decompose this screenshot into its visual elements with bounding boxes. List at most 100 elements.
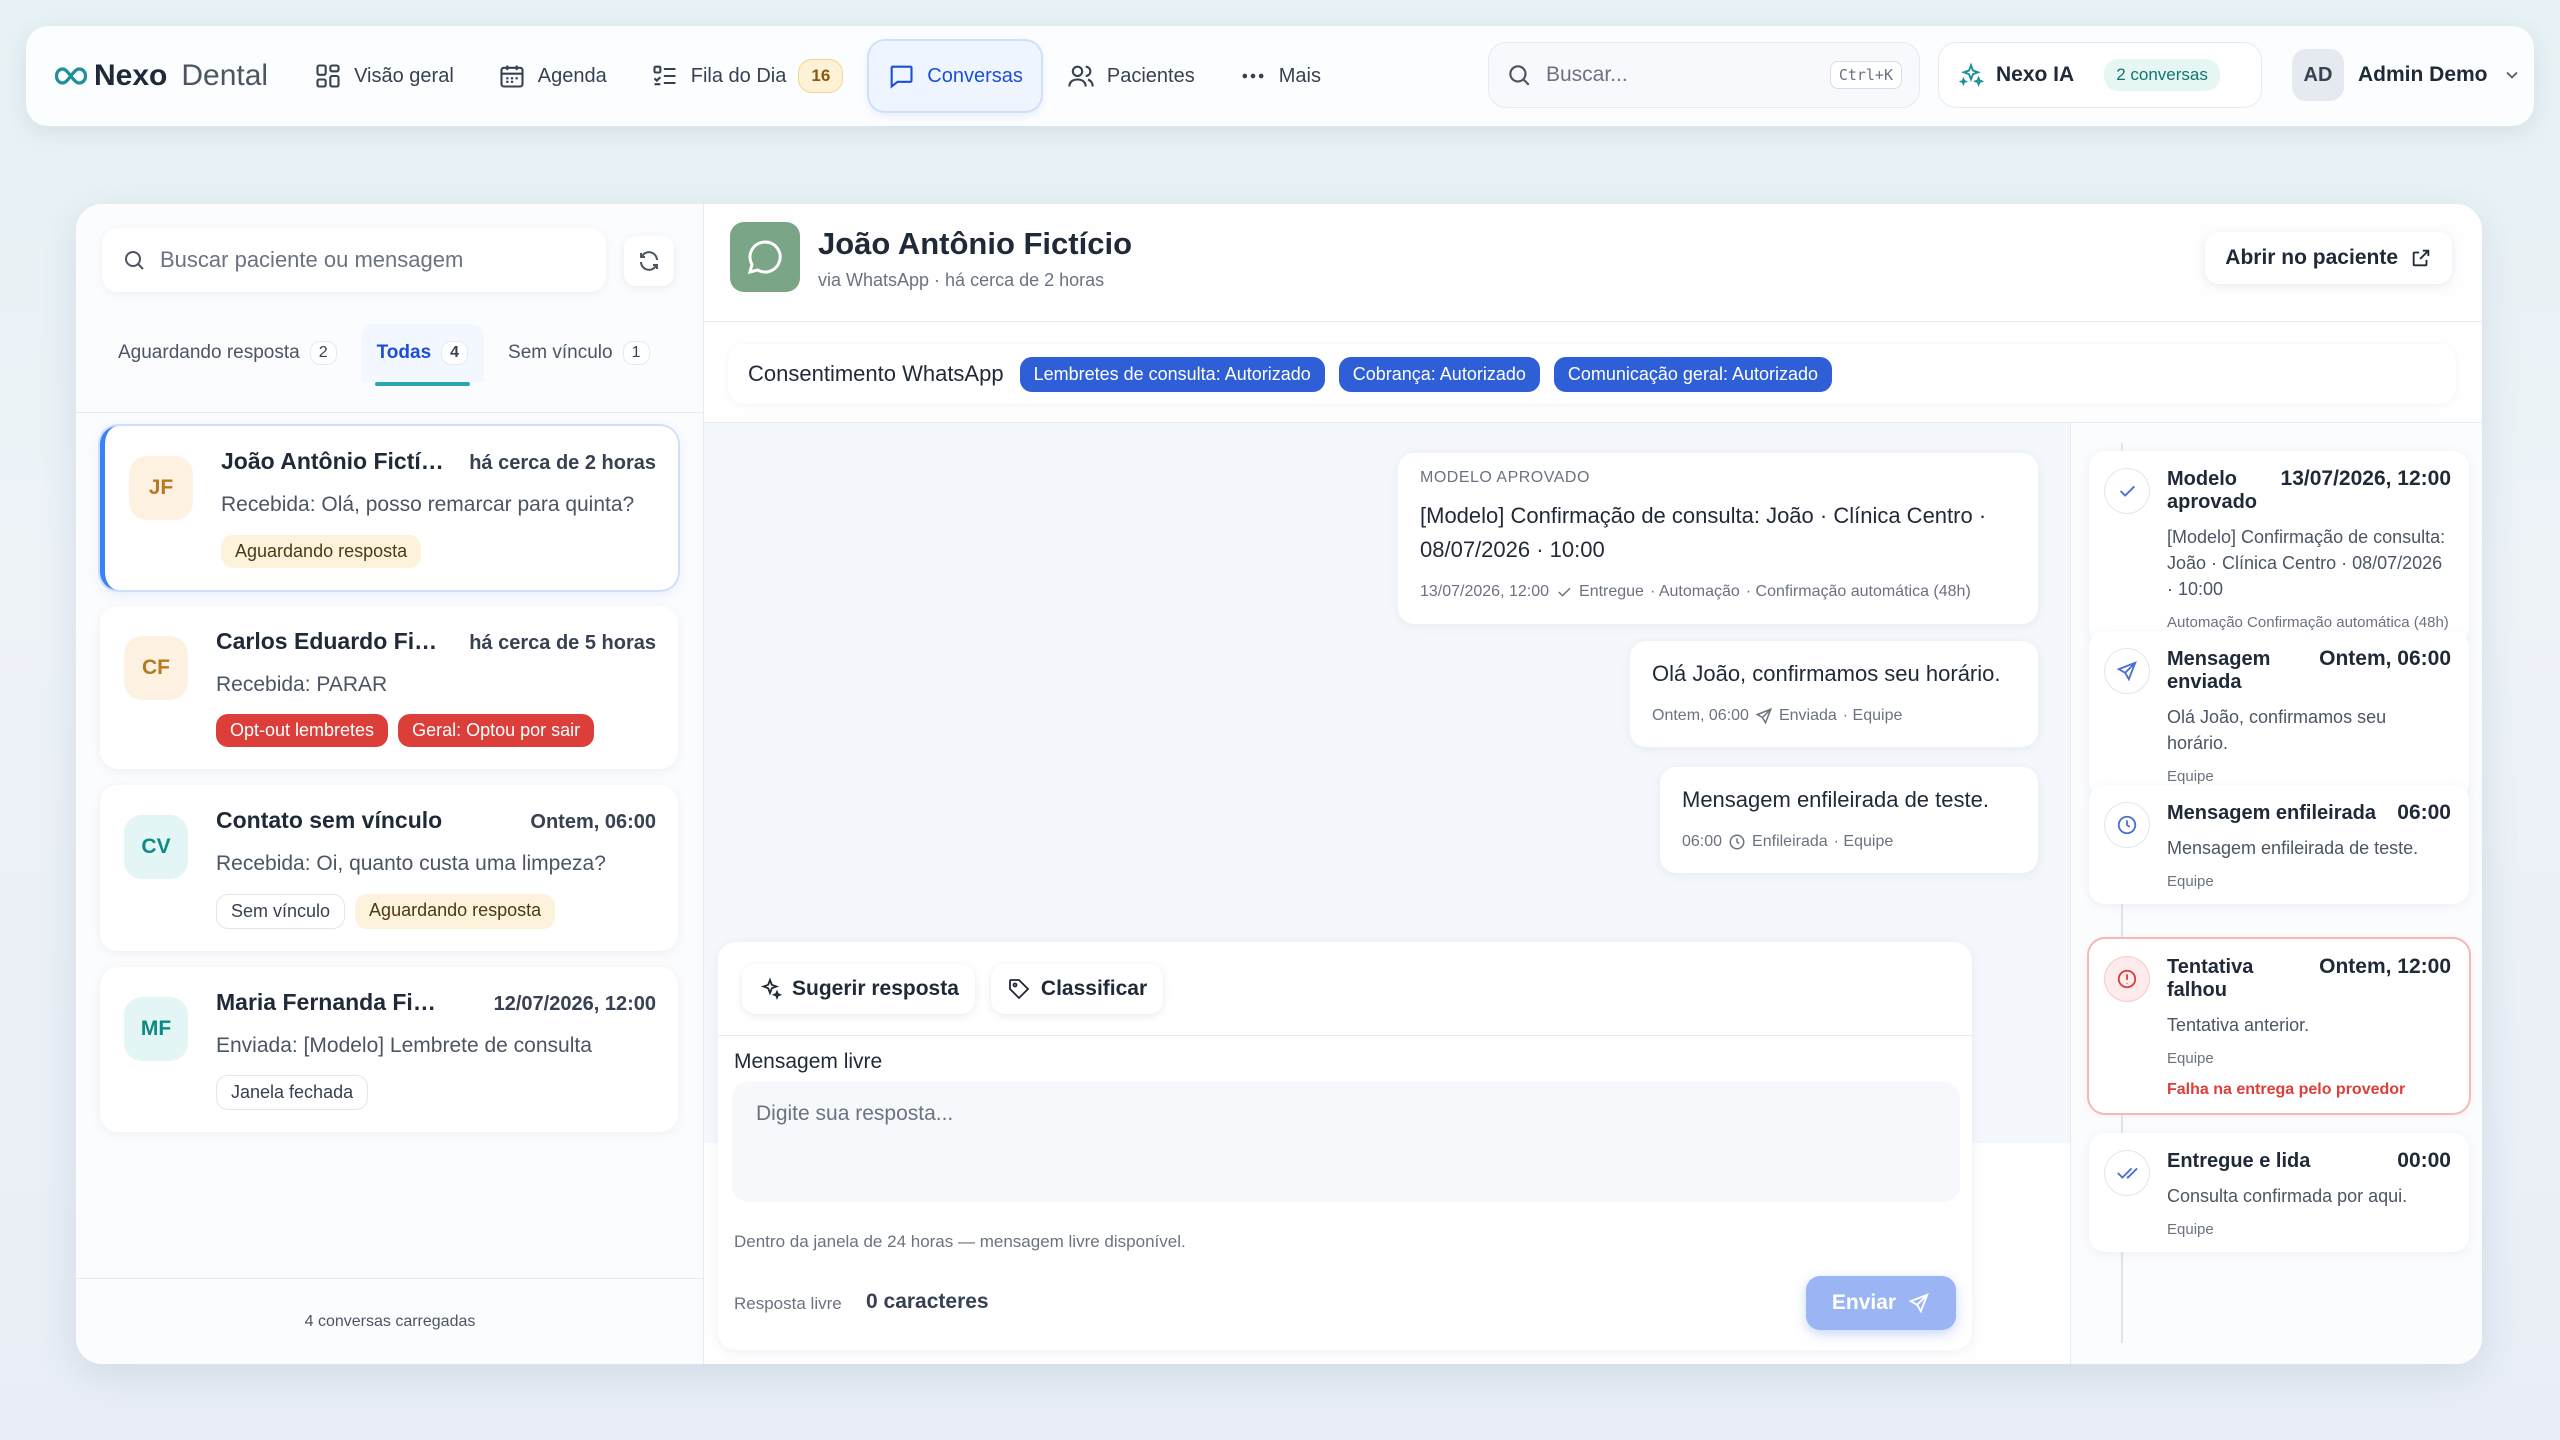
- conversation-search-input[interactable]: Buscar paciente ou mensagem: [102, 228, 606, 292]
- list-item[interactable]: CV Contato sem vínculo Ontem, 06:00 Rece…: [100, 785, 678, 951]
- event-body: [Modelo] Confirmação de consulta: João ·…: [2167, 527, 2446, 600]
- nav-item-visao-geral[interactable]: Visão geral: [296, 41, 472, 111]
- event-meta: Equipe: [2167, 768, 2214, 786]
- tab-label: Aguardando resposta: [118, 342, 300, 363]
- send-button[interactable]: Enviar: [1806, 1276, 1956, 1330]
- event-time: 13/07/2026, 12:00: [2280, 467, 2451, 490]
- message-bubble: MODELO APROVADO [Modelo] Confirmação de …: [1398, 453, 2038, 624]
- message-body: [Modelo] Confirmação de consulta: João ·…: [1420, 503, 1987, 563]
- nav-label: Fila do Dia: [690, 64, 787, 87]
- nexo-ia-label: Nexo IA: [1996, 63, 2075, 86]
- message-source: · Automação: [1649, 583, 1740, 601]
- event-title: Entregue e lida: [2167, 1150, 2311, 1172]
- user-name: Admin Demo: [2358, 63, 2488, 86]
- nav-item-agenda[interactable]: Agenda: [480, 41, 625, 111]
- more-dots-icon: [1242, 73, 1264, 79]
- message-time: 06:00: [1682, 833, 1723, 851]
- ia-conversations-badge: 2 conversas: [2104, 59, 2220, 91]
- open-patient-button[interactable]: Abrir no paciente: [2205, 232, 2452, 284]
- contact-name: Contato sem vínculo: [216, 807, 443, 833]
- send-icon: [2105, 649, 2149, 693]
- conversation-time: há cerca de 5 horas: [469, 631, 656, 654]
- checklist-icon: [653, 65, 676, 86]
- conversation-time: há cerca de 2 horas: [469, 452, 656, 474]
- event-meta: Automação Confirmação automática (48h): [2167, 614, 2449, 632]
- message-bubble: Olá João, confirmamos seu horário. Ontem…: [1630, 641, 2038, 748]
- message-source: · Equipe: [1842, 707, 1903, 725]
- refresh-button[interactable]: [624, 236, 674, 286]
- event-time: 00:00: [2397, 1149, 2451, 1172]
- check-icon: [1558, 588, 1571, 598]
- message-preview: Recebida: Olá, posso remarcar para quint…: [221, 493, 635, 516]
- top-navigation: Nexo Dental Visão geral Agenda Fila do D…: [26, 26, 2534, 126]
- tab-sem-vinculo[interactable]: Sem vínculo 1: [492, 324, 665, 382]
- timeline-event: Mensagem enviada Ontem, 06:00 Olá João, …: [2089, 631, 2469, 800]
- message-time: 13/07/2026, 12:00: [1420, 583, 1550, 601]
- send-icon: [1755, 708, 1773, 725]
- conversation-list: JF João Antônio Fictício há cerca de 2 h…: [100, 426, 680, 1148]
- list-item[interactable]: JF João Antônio Fictício há cerca de 2 h…: [100, 426, 678, 590]
- sparkles-icon: [1958, 62, 1984, 87]
- message-body: Mensagem enfileirada de teste.: [1682, 787, 1989, 812]
- consent-badge: Cobrança: Autorizado: [1338, 356, 1540, 392]
- message-timeline: Modelo aprovado 13/07/2026, 12:00 [Model…: [2070, 423, 2482, 1364]
- reply-mode-label: Resposta livre: [734, 1294, 842, 1313]
- nav-label: Pacientes: [1106, 64, 1195, 87]
- nav-item-conversas[interactable]: Conversas: [869, 41, 1041, 111]
- search-icon: [125, 251, 144, 270]
- reply-composer: Sugerir resposta Classificar Mensagem li…: [718, 942, 1972, 1350]
- chat-bubble-icon: [890, 65, 913, 89]
- classify-button[interactable]: Classificar: [990, 963, 1164, 1014]
- nav-label: Mais: [1278, 64, 1321, 87]
- nav-item-fila-do-dia[interactable]: Fila do Dia 16: [633, 41, 862, 111]
- chevron-down-icon: [2505, 71, 2518, 79]
- message-meta: 13/07/2026, 12:00 Entregue · Automação ·…: [1420, 577, 2016, 607]
- conversation-list-panel: Buscar paciente ou mensagem Aguardando r…: [76, 204, 704, 1364]
- clock-icon: [2105, 803, 2149, 847]
- suggest-reply-button[interactable]: Sugerir resposta: [742, 963, 975, 1014]
- event-title: Modelo aprovado: [2167, 468, 2258, 513]
- tab-count: 2: [309, 341, 337, 365]
- event-title: Mensagem enfileirada: [2167, 802, 2376, 824]
- message-preview: Enviada: [Modelo] Lembrete de consulta: [216, 1033, 592, 1057]
- event-body: Tentativa anterior.: [2167, 1015, 2310, 1035]
- status-badge: Opt-out lembretes: [216, 714, 389, 747]
- users-icon: [1068, 65, 1094, 87]
- nexo-ia-button[interactable]: Nexo IA 2 conversas: [1938, 42, 2262, 108]
- tag-icon: [1009, 978, 1030, 999]
- event-meta: Equipe: [2167, 873, 2214, 891]
- divider: [76, 412, 704, 413]
- search-placeholder: Buscar paciente ou mensagem: [160, 247, 464, 272]
- brand-logo[interactable]: Nexo Dental: [54, 59, 268, 93]
- contact-name: Maria Fernanda Fictícia: [216, 988, 446, 1015]
- tab-todas[interactable]: Todas 4: [360, 324, 485, 386]
- search-icon: [1509, 65, 1530, 86]
- composer-toolbar: Sugerir resposta Classificar: [718, 942, 1972, 1036]
- tab-aguardando-resposta[interactable]: Aguardando resposta 2: [102, 324, 353, 382]
- list-item[interactable]: CF Carlos Eduardo Fictício há cerca de 5…: [100, 605, 678, 769]
- status-badge: Sem vínculo: [216, 893, 346, 929]
- button-label: Abrir no paciente: [2225, 246, 2398, 269]
- composer-label: Mensagem livre: [734, 1050, 883, 1073]
- chat-panel: João Antônio Fictício via WhatsApp · há …: [704, 204, 2482, 1364]
- tab-count: 1: [622, 341, 650, 365]
- queue-count-badge: 16: [798, 59, 844, 93]
- contact-name: João Antônio Fictício: [221, 448, 451, 474]
- list-item[interactable]: MF Maria Fernanda Fictícia 12/07/2026, 1…: [100, 966, 678, 1132]
- message-kicker: MODELO APROVADO: [1420, 469, 1590, 486]
- conversation-filter-tabs: Aguardando resposta 2 Todas 4 Sem víncul…: [102, 324, 666, 386]
- nav-label: Agenda: [537, 64, 607, 87]
- nav-item-mais[interactable]: Mais: [1221, 41, 1339, 111]
- brand-name: Nexo: [94, 59, 168, 92]
- status-badge: Aguardando resposta: [355, 893, 556, 929]
- consent-label: Consentimento WhatsApp: [748, 361, 1004, 386]
- button-label: Sugerir resposta: [792, 976, 959, 1000]
- sparkles-icon: [760, 976, 782, 1000]
- user-menu[interactable]: AD Admin Demo: [2292, 42, 2522, 108]
- global-search-input[interactable]: Buscar... Ctrl+K: [1488, 42, 1920, 108]
- avatar: MF: [124, 996, 188, 1061]
- nav-item-pacientes[interactable]: Pacientes: [1049, 41, 1213, 111]
- button-label: Enviar: [1831, 1291, 1897, 1314]
- consent-badge: Comunicação geral: Autorizado: [1553, 356, 1833, 392]
- reply-input[interactable]: [732, 1082, 1960, 1202]
